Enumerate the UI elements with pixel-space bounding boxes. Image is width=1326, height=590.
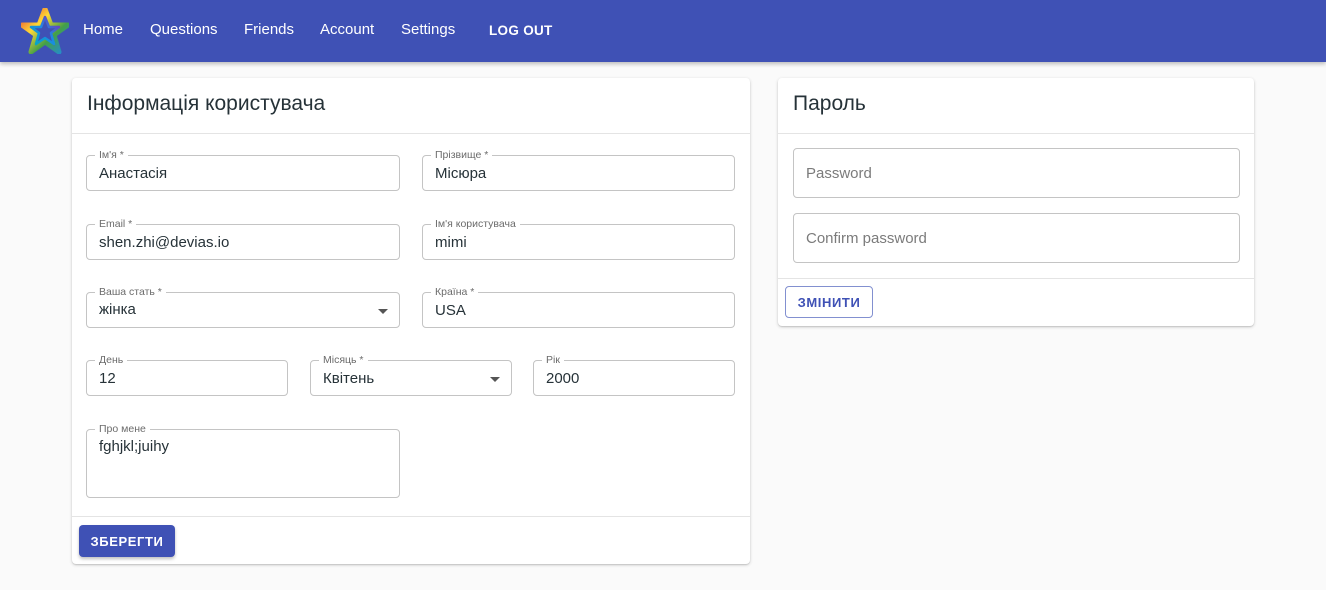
top-app-bar: Home Questions Friends Account Settings … <box>0 0 1326 62</box>
day-value: 12 <box>99 370 116 387</box>
month-select[interactable]: Місяць * Квітень <box>310 354 512 396</box>
month-value: Квітень <box>323 370 375 387</box>
star-logo-icon[interactable] <box>21 8 69 54</box>
gender-value: жінка <box>99 301 136 318</box>
day-field[interactable]: День 12 <box>86 354 288 396</box>
nav-friends-link[interactable]: Friends <box>244 21 294 39</box>
password-card-title: Пароль <box>793 92 866 115</box>
year-value: 2000 <box>546 370 580 387</box>
confirm-password-placeholder: Confirm password <box>806 230 927 247</box>
year-field[interactable]: Рік 2000 <box>533 354 735 396</box>
confirm-password-input[interactable]: Confirm password <box>793 213 1240 263</box>
password-input[interactable]: Password <box>793 148 1240 198</box>
country-field[interactable]: Країна * USA <box>422 286 735 328</box>
about-label: Про мене <box>95 423 150 435</box>
save-button[interactable]: ЗБЕРЕГТИ <box>79 525 175 557</box>
password-footer-divider <box>778 278 1254 279</box>
about-value: fghjkl;juihy <box>99 438 170 455</box>
nav-home-link[interactable]: Home <box>83 21 123 39</box>
first-name-field[interactable]: Ім'я * Анастасія <box>86 149 400 191</box>
first-name-value: Анастасія <box>99 165 168 182</box>
email-value: shen.zhi@devias.io <box>99 234 230 251</box>
email-label: Email * <box>95 218 137 230</box>
nav-settings-link[interactable]: Settings <box>401 21 455 39</box>
last-name-value: Місюра <box>435 165 487 182</box>
username-field[interactable]: Ім'я користувача mimi <box>422 218 735 260</box>
nav-questions-link[interactable]: Questions <box>150 21 218 39</box>
gender-select[interactable]: Ваша стать * жінка <box>86 286 400 328</box>
logout-button[interactable]: LOG OUT <box>489 22 553 39</box>
username-value: mimi <box>435 234 467 251</box>
last-name-field[interactable]: Прізвище * Місюра <box>422 149 735 191</box>
profile-header-divider <box>72 133 750 134</box>
month-label: Місяць * <box>319 354 368 366</box>
first-name-label: Ім'я * <box>95 149 128 161</box>
about-textarea[interactable]: Про мене fghjkl;juihy <box>86 423 400 498</box>
country-value: USA <box>435 302 466 319</box>
password-header-divider <box>778 133 1254 134</box>
chevron-down-icon <box>490 377 500 382</box>
nav-account-link[interactable]: Account <box>320 21 374 39</box>
password-placeholder: Password <box>806 165 872 182</box>
profile-card-title: Інформація користувача <box>87 92 326 115</box>
profile-footer-divider <box>72 516 750 517</box>
country-label: Країна * <box>431 286 479 298</box>
email-field[interactable]: Email * shen.zhi@devias.io <box>86 218 400 260</box>
change-password-button[interactable]: ЗМІНИТИ <box>785 286 873 318</box>
day-label: День <box>95 354 128 366</box>
username-label: Ім'я користувача <box>431 218 520 230</box>
gender-label: Ваша стать * <box>95 286 166 298</box>
last-name-label: Прізвище * <box>431 149 493 161</box>
chevron-down-icon <box>378 309 388 314</box>
year-label: Рік <box>542 354 564 366</box>
